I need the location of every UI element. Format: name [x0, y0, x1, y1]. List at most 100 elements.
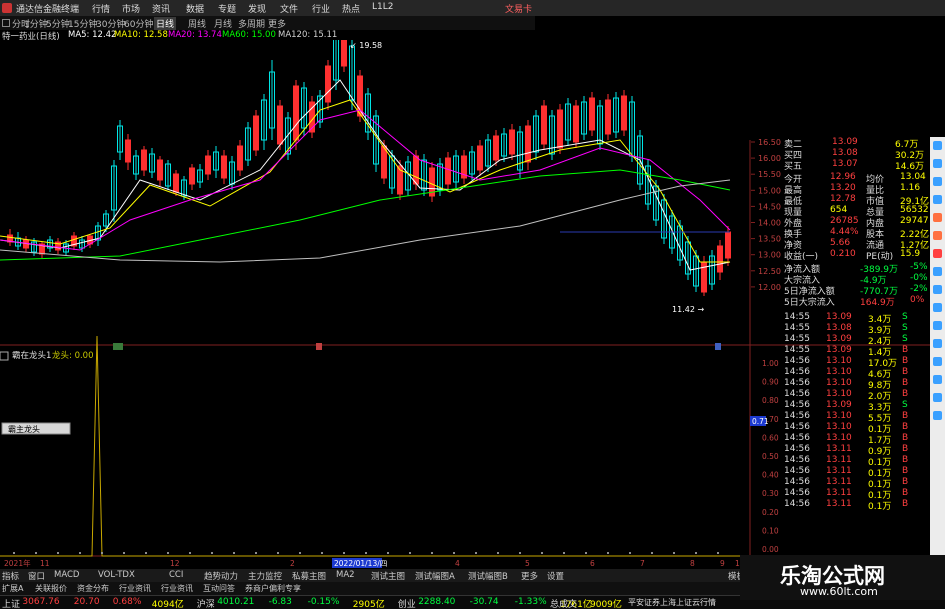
tick-price: 13.10: [826, 433, 852, 443]
tool-icon[interactable]: [933, 393, 942, 402]
extension-tab[interactable]: 行业资讯: [161, 583, 193, 594]
tick-row: 14:56 13.11 0.9万 B: [750, 444, 930, 457]
ticker-amt: 4094亿: [151, 600, 184, 609]
close-icon[interactable]: [0, 351, 9, 361]
period-tab[interactable]: 月线: [214, 17, 232, 30]
stat-label: 收益(一): [784, 252, 819, 262]
tick-price: 13.08: [826, 323, 852, 333]
candle: [245, 122, 251, 166]
period-tab[interactable]: 30分钟: [96, 17, 125, 30]
total-value: 9009亿: [590, 600, 622, 609]
zero-dot: [233, 552, 235, 554]
ma-legend-item: MA20: 13.74: [168, 30, 222, 40]
tick-direction: B: [902, 345, 909, 355]
tool-icon[interactable]: [933, 375, 942, 384]
date-tick-label: 8: [690, 559, 695, 568]
stat-value: 12.96: [830, 172, 856, 182]
event-marker[interactable]: [715, 343, 721, 350]
indicator-tab[interactable]: 测试主图: [371, 570, 405, 582]
menu-item[interactable]: 专题: [218, 2, 236, 15]
stat-value: 654: [830, 205, 848, 215]
indicator-tab[interactable]: 测试幅图B: [468, 570, 508, 582]
period-tab[interactable]: 60分钟: [124, 17, 153, 30]
tool-icon[interactable]: [933, 177, 942, 186]
period-tab[interactable]: 1分钟: [24, 17, 48, 30]
quote-panel: 卖二 13.09 6.7万 买四 13.08 30.2万 买五 13.07 14.6万 今开 12.…: [750, 137, 930, 547]
ticker-amt: 2905亿: [352, 600, 385, 609]
indicator-tab[interactable]: 更多: [521, 570, 538, 582]
extension-tab[interactable]: 行业资讯: [119, 583, 151, 594]
tick-direction: S: [902, 323, 908, 333]
tick-time: 14:56: [784, 400, 810, 410]
period-tab[interactable]: 周线: [188, 17, 206, 30]
stat-row: 最高 13.20 量比 1.16: [750, 183, 930, 196]
indicator-tab[interactable]: 私募主图: [292, 570, 326, 582]
indicator-tab[interactable]: 主力监控: [248, 570, 282, 582]
candle: [285, 112, 291, 160]
indicator-value: 龙头: 0.00: [52, 350, 94, 361]
tool-icon[interactable]: [933, 321, 942, 330]
tool-icon[interactable]: [933, 213, 942, 222]
menu-item[interactable]: 市场: [122, 2, 140, 15]
extension-tab[interactable]: 资金分布: [77, 583, 109, 594]
extension-tab[interactable]: 券商户偏利专享: [245, 583, 301, 594]
menu-item[interactable]: 行业: [312, 2, 330, 15]
zero-dot: [519, 552, 521, 554]
tool-icon[interactable]: [933, 159, 942, 168]
indicator-tab[interactable]: 测试幅图A: [415, 570, 455, 582]
extension-tab[interactable]: 关联报价: [35, 583, 67, 594]
menu-item[interactable]: 数据: [186, 2, 204, 15]
indicator-name[interactable]: 霸在龙头1: [12, 350, 51, 361]
candle: [541, 100, 547, 150]
indicator-tab[interactable]: 窗口: [28, 570, 45, 582]
tick-row: 14:56 13.10 4.6万 B: [750, 367, 930, 380]
indicator-tab[interactable]: VOL-TDX: [98, 570, 135, 580]
indicator-tab[interactable]: MA2: [336, 570, 355, 580]
stat-value: 0.210: [830, 249, 856, 259]
tool-icon[interactable]: [933, 141, 942, 150]
candle: [413, 150, 419, 190]
indicator-tab[interactable]: 指标: [2, 570, 19, 582]
tool-icon[interactable]: [933, 303, 942, 312]
period-tab[interactable]: 5分钟: [46, 17, 70, 30]
menu-item[interactable]: 资讯: [152, 2, 170, 15]
tool-icon[interactable]: [933, 267, 942, 276]
tool-icon[interactable]: [933, 339, 942, 348]
indicator-popup[interactable]: 霸主龙头: [1, 422, 71, 435]
period-tab[interactable]: 更多: [268, 17, 286, 30]
checkbox-icon[interactable]: [2, 19, 10, 27]
menu-item[interactable]: 文件: [280, 2, 298, 15]
tool-icon[interactable]: [933, 195, 942, 204]
tool-icon[interactable]: [933, 411, 942, 420]
menu-item[interactable]: 行情: [92, 2, 110, 15]
indicator-tab[interactable]: 设置: [547, 570, 564, 582]
tick-time: 14:56: [784, 433, 810, 443]
tool-icon[interactable]: [933, 357, 942, 366]
extension-tab[interactable]: 互动问答: [203, 583, 235, 594]
event-marker[interactable]: [316, 343, 322, 350]
indicator-tab[interactable]: MACD: [54, 570, 79, 580]
extension-tab[interactable]: 扩展A: [2, 583, 23, 594]
low-annotation: 11.42 →: [672, 305, 704, 314]
zero-dot: [497, 552, 499, 554]
menu-item[interactable]: L1L2: [372, 2, 393, 12]
ticker-pct: 0.68%: [112, 597, 142, 607]
tool-icon[interactable]: [933, 249, 942, 258]
candle: [605, 94, 611, 140]
tick-price: 13.09: [826, 400, 852, 410]
indicator-tab[interactable]: 趋势动力: [204, 570, 238, 582]
period-tab[interactable]: 多周期: [238, 17, 265, 30]
date-tick-label: 9: [720, 559, 725, 568]
menu-right-item[interactable]: 文易卡: [505, 2, 532, 15]
menu-item[interactable]: 发现: [248, 2, 266, 15]
event-marker[interactable]: [113, 343, 123, 350]
tool-icon[interactable]: [933, 285, 942, 294]
tool-icon[interactable]: [933, 231, 942, 240]
candle: [133, 150, 139, 180]
indicator-tab[interactable]: CCI: [169, 570, 183, 580]
candle: [461, 150, 467, 184]
menu-item[interactable]: 热点: [342, 2, 360, 15]
period-tab[interactable]: 日线: [154, 17, 177, 30]
zero-dot: [541, 552, 543, 554]
period-tab[interactable]: 15分钟: [68, 17, 97, 30]
